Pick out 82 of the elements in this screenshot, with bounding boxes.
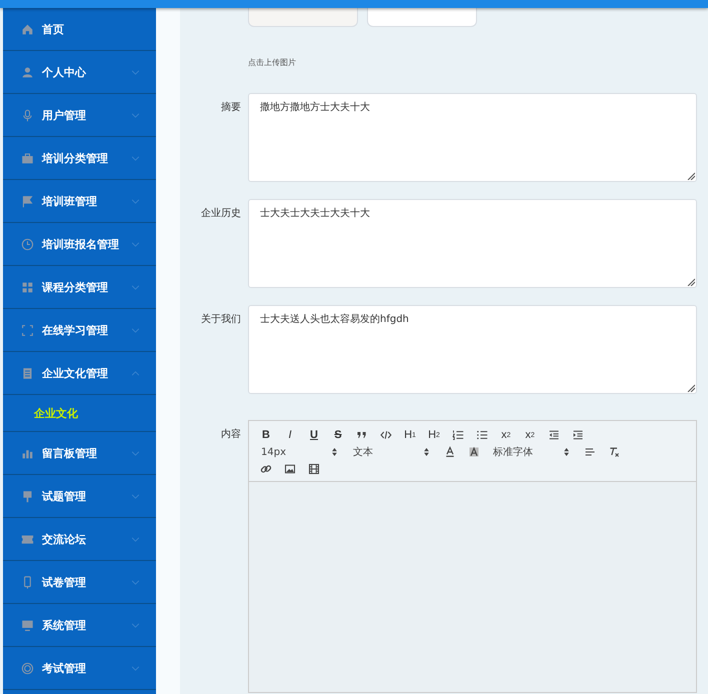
submenu-item[interactable]: 企业文化	[34, 406, 78, 420]
user-icon	[21, 66, 34, 78]
grid-icon	[21, 280, 34, 294]
pin-icon	[21, 490, 34, 502]
sidebar-item-label: 课程分类管理	[42, 280, 109, 294]
dropdown[interactable]: 文本	[349, 444, 433, 460]
chevron-icon	[131, 70, 140, 74]
sort-caret-icon	[332, 448, 337, 456]
chevron-icon	[131, 156, 140, 160]
chevron-icon	[131, 328, 140, 332]
sidebar-item-label: 用户管理	[42, 108, 87, 122]
chevron-icon	[131, 580, 140, 584]
chevron-icon	[131, 536, 140, 542]
frame-icon	[21, 324, 34, 336]
chevron-icon	[131, 494, 140, 498]
phone-icon	[21, 576, 34, 588]
code-icon	[380, 429, 392, 441]
ordered-list-icon	[452, 429, 464, 441]
dropdown[interactable]: 标准字体	[489, 444, 573, 460]
chevron-icon	[131, 622, 140, 628]
clear-format-icon	[608, 446, 620, 458]
sidebar-item-label: 考试管理	[42, 660, 87, 676]
chevron-icon	[131, 242, 140, 246]
highlight-icon	[468, 446, 480, 458]
sidebar-item-label: 培训班报名管理	[42, 236, 120, 252]
text-area[interactable]: 撒地方撒地方士大夫十大	[248, 93, 697, 182]
sidebar-item-label: 培训班管理	[42, 194, 98, 208]
clock-icon	[21, 238, 34, 250]
text-color-icon	[444, 446, 456, 458]
chevron-icon	[131, 112, 140, 118]
dropdown[interactable]: 14px	[257, 444, 341, 460]
upload-hint: 点击上传图片	[248, 57, 296, 68]
script-button[interactable]: x$^{2}$	[521, 427, 539, 443]
sidebar-item-label: 首页	[42, 22, 65, 36]
align-icon	[584, 446, 596, 458]
chevron-icon	[131, 284, 140, 290]
sidebar-item-label: 交流论坛	[42, 532, 87, 546]
dropdown-value: 标准字体	[493, 446, 533, 459]
mic-icon	[21, 108, 34, 122]
text-area[interactable]: 士大夫士大夫士大夫十大	[248, 199, 697, 288]
strike-button[interactable]: S	[329, 427, 347, 443]
chevron-icon	[131, 198, 140, 204]
underline-button[interactable]: U	[305, 427, 323, 443]
resize-handle-icon	[687, 172, 695, 180]
monitor-icon	[21, 618, 34, 632]
indent-icon	[572, 429, 584, 441]
quote-icon	[356, 429, 368, 441]
outdent-icon	[548, 429, 560, 441]
chevron-icon	[131, 370, 140, 376]
dropdown-value: 文本	[353, 446, 373, 459]
film-icon	[308, 463, 320, 475]
home-icon	[21, 22, 34, 36]
ring-icon	[21, 662, 34, 674]
ticket-icon	[21, 532, 34, 546]
doc-icon	[21, 366, 34, 380]
resize-handle-icon	[687, 278, 695, 286]
sidebar-item-label: 留言板管理	[42, 446, 98, 460]
chevron-icon	[131, 666, 140, 670]
bullet-list-icon	[476, 429, 488, 441]
bold-button[interactable]: B	[257, 427, 275, 443]
sidebar-item-label: 系统管理	[42, 618, 87, 632]
image-icon	[284, 463, 296, 475]
field-label: 企业历史	[200, 206, 241, 221]
sort-caret-icon	[424, 448, 429, 456]
sidebar-item-label: 个人中心	[42, 64, 87, 80]
field-label: 摘要	[220, 100, 241, 115]
briefcase-icon	[21, 152, 34, 164]
text-area[interactable]: 士大夫送人头也太容易发的hfgdh	[248, 305, 697, 394]
field-label: 关于我们	[200, 312, 241, 327]
flag-icon	[21, 194, 34, 208]
sidebar-item-label: 培训分类管理	[42, 150, 109, 166]
dropdown-value: 14px	[261, 446, 286, 458]
chevron-icon	[131, 450, 140, 456]
sidebar-item-label: 在线学习管理	[42, 322, 109, 338]
sort-caret-icon	[564, 448, 569, 456]
sidebar-item-label: 试题管理	[42, 488, 87, 504]
sidebar-item-label: 企业文化管理	[42, 366, 109, 380]
field-label: 内容	[220, 428, 241, 442]
sidebar-item-label: 试卷管理	[42, 574, 87, 590]
italic-button[interactable]: I	[281, 427, 299, 443]
resize-handle-icon	[687, 384, 695, 392]
link-icon	[260, 463, 272, 475]
